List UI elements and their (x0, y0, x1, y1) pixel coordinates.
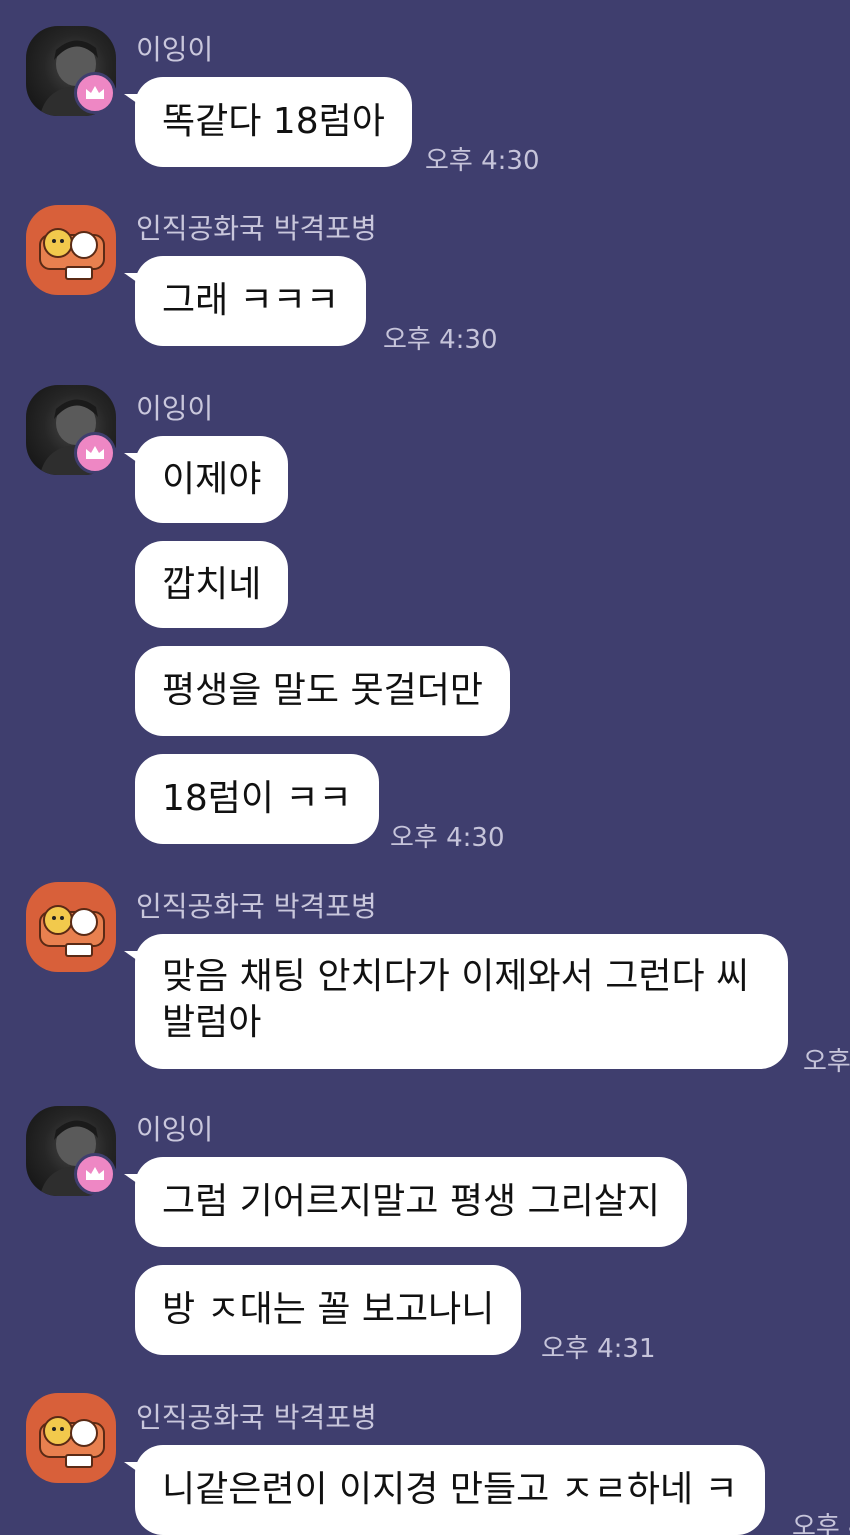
crown-icon (86, 1167, 104, 1180)
message-bubble[interactable]: 똑같다 18럼아 (135, 77, 412, 167)
crown-icon (86, 446, 104, 459)
sender-name: 이잉이 (136, 33, 214, 66)
cartoon-character-icon (39, 905, 105, 957)
message-bubble[interactable]: 그럼 기어르지말고 평생 그리살지 (135, 1157, 688, 1247)
avatar-bakgyeokpobyeong[interactable] (26, 882, 116, 972)
message-bubble[interactable]: 그래 ㅋㅋㅋ (135, 256, 367, 346)
avatar-bakgyeokpobyeong[interactable] (26, 205, 116, 295)
crown-badge (74, 1153, 116, 1195)
avatar-bakgyeokpobyeong[interactable] (26, 1393, 116, 1483)
message-bubble[interactable]: 니같은련이 이지경 만들고 ㅈㄹ하네 ㅋ (135, 1445, 765, 1535)
chat-room[interactable]: 이잉이 똑같다 18럼아 오후 4:30 인직공화국 박격포병 그래 ㅋㅋㅋ 오… (0, 0, 850, 1535)
cartoon-character-icon (39, 1416, 105, 1468)
message-time: 오후 4:30 (390, 823, 505, 853)
sender-name: 이잉이 (136, 1113, 214, 1146)
message-time: 오후 4 (792, 1512, 850, 1535)
message-time: 오후 4:30 (383, 325, 498, 355)
crown-badge (74, 432, 116, 474)
crown-badge (74, 72, 116, 114)
sender-name: 인직공화국 박격포병 (136, 1401, 377, 1434)
message-time: 오후 4:31 (541, 1334, 656, 1364)
message-bubble[interactable]: 이제야 (135, 436, 289, 523)
message-bubble[interactable]: 방 ㅈ대는 꼴 보고나니 (135, 1265, 522, 1355)
sender-name: 이잉이 (136, 392, 214, 425)
sender-name: 인직공화국 박격포병 (136, 890, 377, 923)
cartoon-character-icon (39, 228, 105, 280)
message-bubble[interactable]: 맞음 채팅 안치다가 이제와서 그런다 씨발럼아 (135, 934, 788, 1069)
message-bubble[interactable]: 18럼이 ㅋㅋ (135, 754, 379, 844)
message-time: 오후 4:30 (425, 146, 540, 176)
message-bubble[interactable]: 평생을 말도 못걸더만 (135, 646, 510, 736)
message-bubble[interactable]: 깝치네 (135, 541, 289, 628)
crown-icon (86, 86, 104, 99)
message-time: 오후 (803, 1047, 850, 1077)
sender-name: 인직공화국 박격포병 (136, 212, 377, 245)
